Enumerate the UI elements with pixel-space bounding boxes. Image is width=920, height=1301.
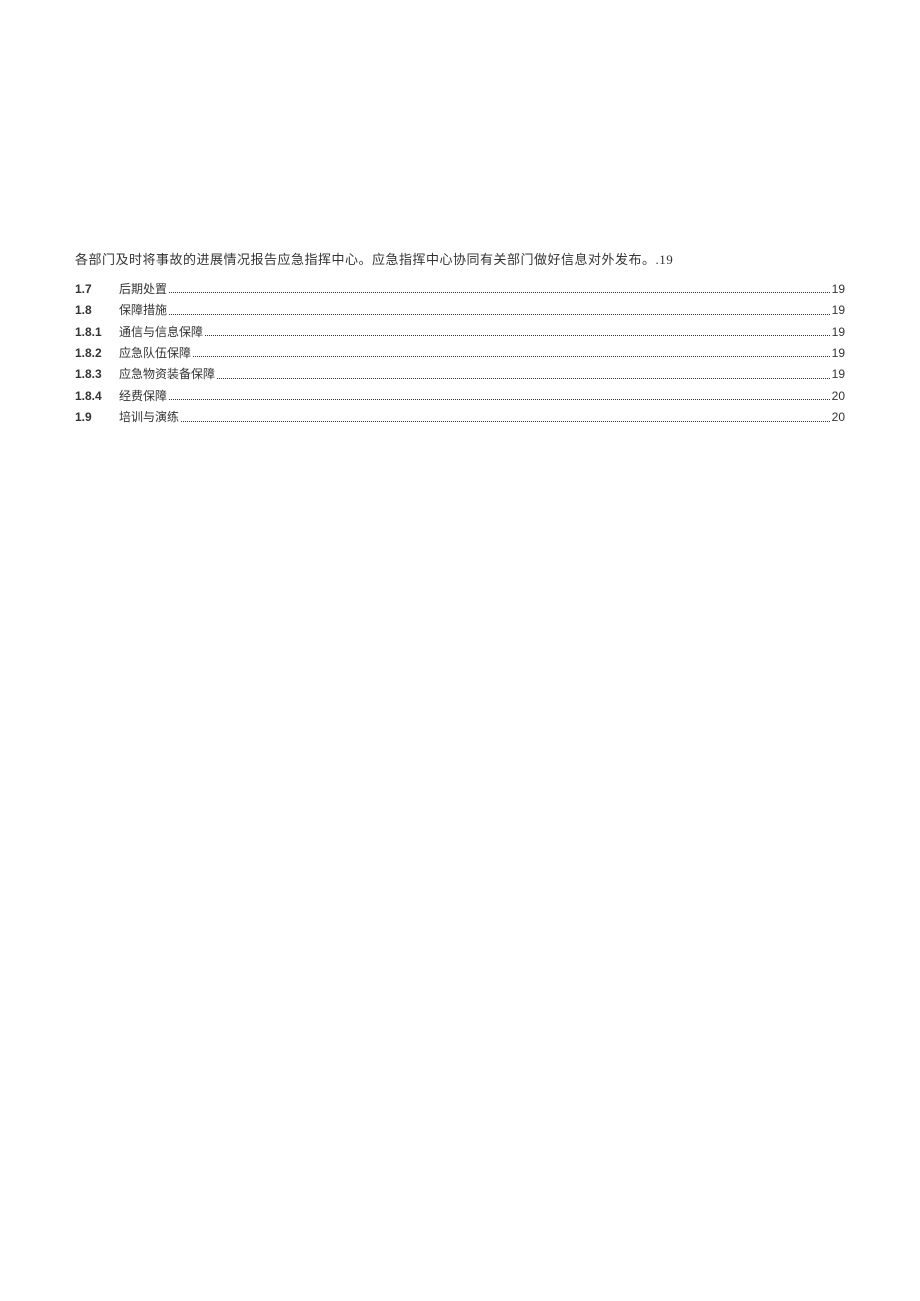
toc-title: 经费保障 [119,386,167,406]
toc-title: 应急队伍保障 [119,343,191,363]
table-of-contents: 1.7 后期处置 19 1.8 保障措施 19 1.8.1 通信与信息保障 19… [75,279,845,428]
toc-title: 应急物资装备保障 [119,364,215,384]
toc-number: 1.8 [75,300,119,320]
toc-entry: 1.8.4 经费保障 20 [75,386,845,406]
toc-title: 培训与演练 [119,407,179,427]
toc-leader-dots [193,356,830,357]
toc-page-number: 19 [832,322,845,342]
toc-entry: 1.8 保障措施 19 [75,300,845,320]
toc-number: 1.9 [75,407,119,427]
document-page: 各部门及时将事故的进展情况报告应急指挥中心。应急指挥中心协同有关部门做好信息对外… [0,0,920,428]
toc-leader-dots [181,421,830,422]
toc-number: 1.8.2 [75,343,119,363]
toc-leader-dots [205,335,830,336]
toc-page-number: 19 [832,279,845,299]
toc-number: 1.8.1 [75,322,119,342]
toc-page-number: 19 [832,343,845,363]
toc-number: 1.8.4 [75,386,119,406]
toc-leader-dots [169,292,830,293]
toc-leader-dots [169,399,830,400]
toc-number: 1.8.3 [75,364,119,384]
toc-entry: 1.8.2 应急队伍保障 19 [75,343,845,363]
toc-entry: 1.9 培训与演练 20 [75,407,845,427]
toc-leader-dots [169,314,830,315]
toc-page-number: 19 [832,364,845,384]
toc-leader-dots [217,378,830,379]
intro-paragraph: 各部门及时将事故的进展情况报告应急指挥中心。应急指挥中心协同有关部门做好信息对外… [75,250,845,271]
toc-title: 保障措施 [119,300,167,320]
toc-page-number: 20 [832,386,845,406]
toc-title: 后期处置 [119,279,167,299]
toc-page-number: 19 [832,300,845,320]
toc-page-number: 20 [832,407,845,427]
toc-number: 1.7 [75,279,119,299]
toc-entry: 1.7 后期处置 19 [75,279,845,299]
toc-entry: 1.8.1 通信与信息保障 19 [75,322,845,342]
toc-entry: 1.8.3 应急物资装备保障 19 [75,364,845,384]
toc-title: 通信与信息保障 [119,322,203,342]
